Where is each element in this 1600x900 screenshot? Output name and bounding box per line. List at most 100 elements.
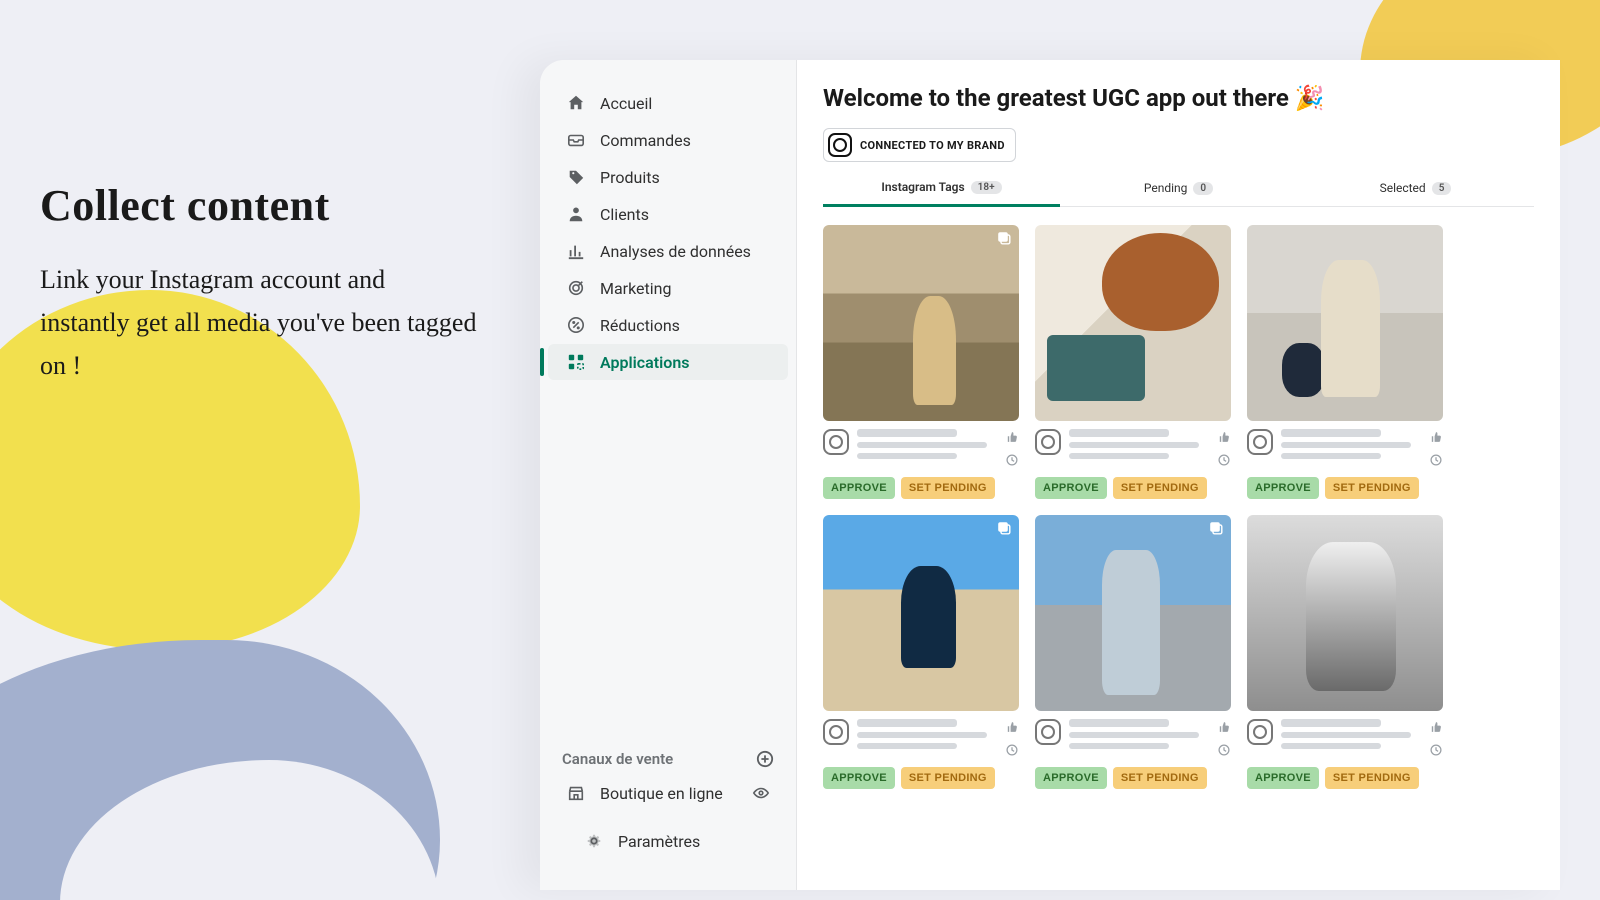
sidebar-item-label: Commandes — [600, 131, 691, 150]
approve-button[interactable]: APPROVE — [823, 477, 895, 499]
channel-boutique-en-ligne[interactable]: Boutique en ligne — [548, 775, 788, 811]
sidebar-item-produits[interactable]: Produits — [548, 159, 788, 195]
sidebar-item-label: Clients — [600, 205, 649, 224]
media-caption-placeholder — [857, 429, 997, 464]
sidebar: Accueil Commandes Produits Clients Analyses … — [540, 60, 796, 890]
sidebar-item-marketing[interactable]: Marketing — [548, 270, 788, 306]
media-caption-placeholder — [857, 719, 997, 754]
thumb-icon[interactable] — [1217, 429, 1231, 448]
media-card: APPROVE SET PENDING — [1035, 225, 1231, 499]
media-thumbnail[interactable] — [1035, 225, 1231, 421]
media-thumbnail[interactable] — [1247, 225, 1443, 421]
sidebar-item-label: Produits — [600, 168, 660, 187]
approve-button[interactable]: APPROVE — [823, 767, 895, 789]
stack-icon — [1209, 521, 1225, 537]
approve-button[interactable]: APPROVE — [1247, 477, 1319, 499]
tab-label: Pending — [1144, 181, 1188, 195]
promo-body: Link your Instagram account and instantl… — [40, 259, 480, 388]
set-pending-button[interactable]: SET PENDING — [1113, 767, 1207, 789]
sidebar-item-label: Accueil — [600, 94, 652, 113]
clock-icon — [1429, 742, 1443, 761]
thumb-icon[interactable] — [1005, 429, 1019, 448]
sidebar-settings[interactable]: Paramètres — [566, 823, 770, 859]
clock-icon — [1005, 452, 1019, 471]
instagram-icon — [1035, 429, 1061, 455]
set-pending-button[interactable]: SET PENDING — [1325, 477, 1419, 499]
set-pending-button[interactable]: SET PENDING — [1325, 767, 1419, 789]
home-icon — [566, 93, 586, 113]
content-tabs: Instagram Tags 18+ Pending 0 Selected5 — [823, 180, 1534, 207]
media-caption-placeholder — [1069, 429, 1209, 464]
sidebar-item-label: Réductions — [600, 316, 680, 335]
instagram-icon — [828, 133, 852, 157]
media-thumbnail[interactable] — [1035, 515, 1231, 711]
tab-pending[interactable]: Pending 0 — [1060, 180, 1297, 206]
media-card: APPROVE SET PENDING — [823, 515, 1019, 789]
thumb-icon[interactable] — [1429, 719, 1443, 738]
thumb-icon[interactable] — [1429, 429, 1443, 448]
media-card: APPROVE SET PENDING — [1035, 515, 1231, 789]
sidebar-item-label: Applications — [600, 353, 689, 372]
instagram-icon — [1035, 719, 1061, 745]
app-window: Accueil Commandes Produits Clients Analyses … — [540, 60, 1560, 890]
clock-icon — [1217, 452, 1231, 471]
person-icon — [566, 204, 586, 224]
target-icon — [566, 278, 586, 298]
tab-selected[interactable]: Selected5 — [1297, 180, 1534, 206]
sidebar-item-label: Marketing — [600, 279, 671, 298]
sidebar-item-analyses-de-données[interactable]: Analyses de données — [548, 233, 788, 269]
tab-label: Instagram Tags — [881, 180, 964, 194]
thumb-icon[interactable] — [1217, 719, 1231, 738]
instagram-icon — [823, 719, 849, 745]
sidebar-item-label: Analyses de données — [600, 242, 751, 261]
sidebar-channels-header: Canaux de vente — [540, 736, 796, 774]
set-pending-button[interactable]: SET PENDING — [1113, 477, 1207, 499]
approve-button[interactable]: APPROVE — [1247, 767, 1319, 789]
instagram-icon — [1247, 429, 1273, 455]
set-pending-button[interactable]: SET PENDING — [901, 477, 995, 499]
main-panel: Welcome to the greatest UGC app out ther… — [796, 60, 1560, 890]
sidebar-item-applications[interactable]: Applications — [548, 344, 788, 380]
sidebar-settings-label: Paramètres — [618, 832, 700, 851]
store-icon — [566, 783, 586, 803]
media-card: APPROVE SET PENDING — [1247, 515, 1443, 789]
analytics-icon — [566, 241, 586, 261]
add-channel-icon[interactable] — [756, 750, 774, 768]
tab-count-badge: 18+ — [971, 181, 1002, 194]
media-card: APPROVE SET PENDING — [823, 225, 1019, 499]
sidebar-item-clients[interactable]: Clients — [548, 196, 788, 232]
tab-label: Selected — [1380, 181, 1426, 195]
instagram-icon — [1247, 719, 1273, 745]
media-caption-placeholder — [1281, 429, 1421, 464]
tag-icon — [566, 167, 586, 187]
media-caption-placeholder — [1069, 719, 1209, 754]
instagram-icon — [823, 429, 849, 455]
promo-title: Collect content — [40, 180, 480, 231]
sidebar-item-commandes[interactable]: Commandes — [548, 122, 788, 158]
approve-button[interactable]: APPROVE — [1035, 477, 1107, 499]
media-grid: APPROVESET PENDINGAPPROVESET PENDINGAPPR… — [823, 225, 1534, 789]
tab-count-badge: 0 — [1193, 182, 1213, 195]
media-caption-placeholder — [1281, 719, 1421, 754]
clock-icon — [1005, 742, 1019, 761]
page-title: Welcome to the greatest UGC app out ther… — [823, 84, 1534, 112]
sidebar-item-réductions[interactable]: Réductions — [548, 307, 788, 343]
apps-icon — [566, 352, 586, 372]
media-thumbnail[interactable] — [823, 225, 1019, 421]
connected-pill[interactable]: CONNECTED TO MY BRAND — [823, 128, 1016, 162]
inbox-icon — [566, 130, 586, 150]
channel-label: Boutique en ligne — [600, 784, 723, 803]
thumb-icon[interactable] — [1005, 719, 1019, 738]
media-card: APPROVE SET PENDING — [1247, 225, 1443, 499]
clock-icon — [1217, 742, 1231, 761]
eye-icon[interactable] — [752, 784, 770, 802]
sidebar-channels-label: Canaux de vente — [562, 750, 673, 768]
media-thumbnail[interactable] — [823, 515, 1019, 711]
approve-button[interactable]: APPROVE — [1035, 767, 1107, 789]
set-pending-button[interactable]: SET PENDING — [901, 767, 995, 789]
clock-icon — [1429, 452, 1443, 471]
media-thumbnail[interactable] — [1247, 515, 1443, 711]
connected-label: CONNECTED TO MY BRAND — [860, 139, 1005, 152]
sidebar-item-accueil[interactable]: Accueil — [548, 85, 788, 121]
tab-instagram-tags[interactable]: Instagram Tags 18+ — [823, 180, 1060, 207]
